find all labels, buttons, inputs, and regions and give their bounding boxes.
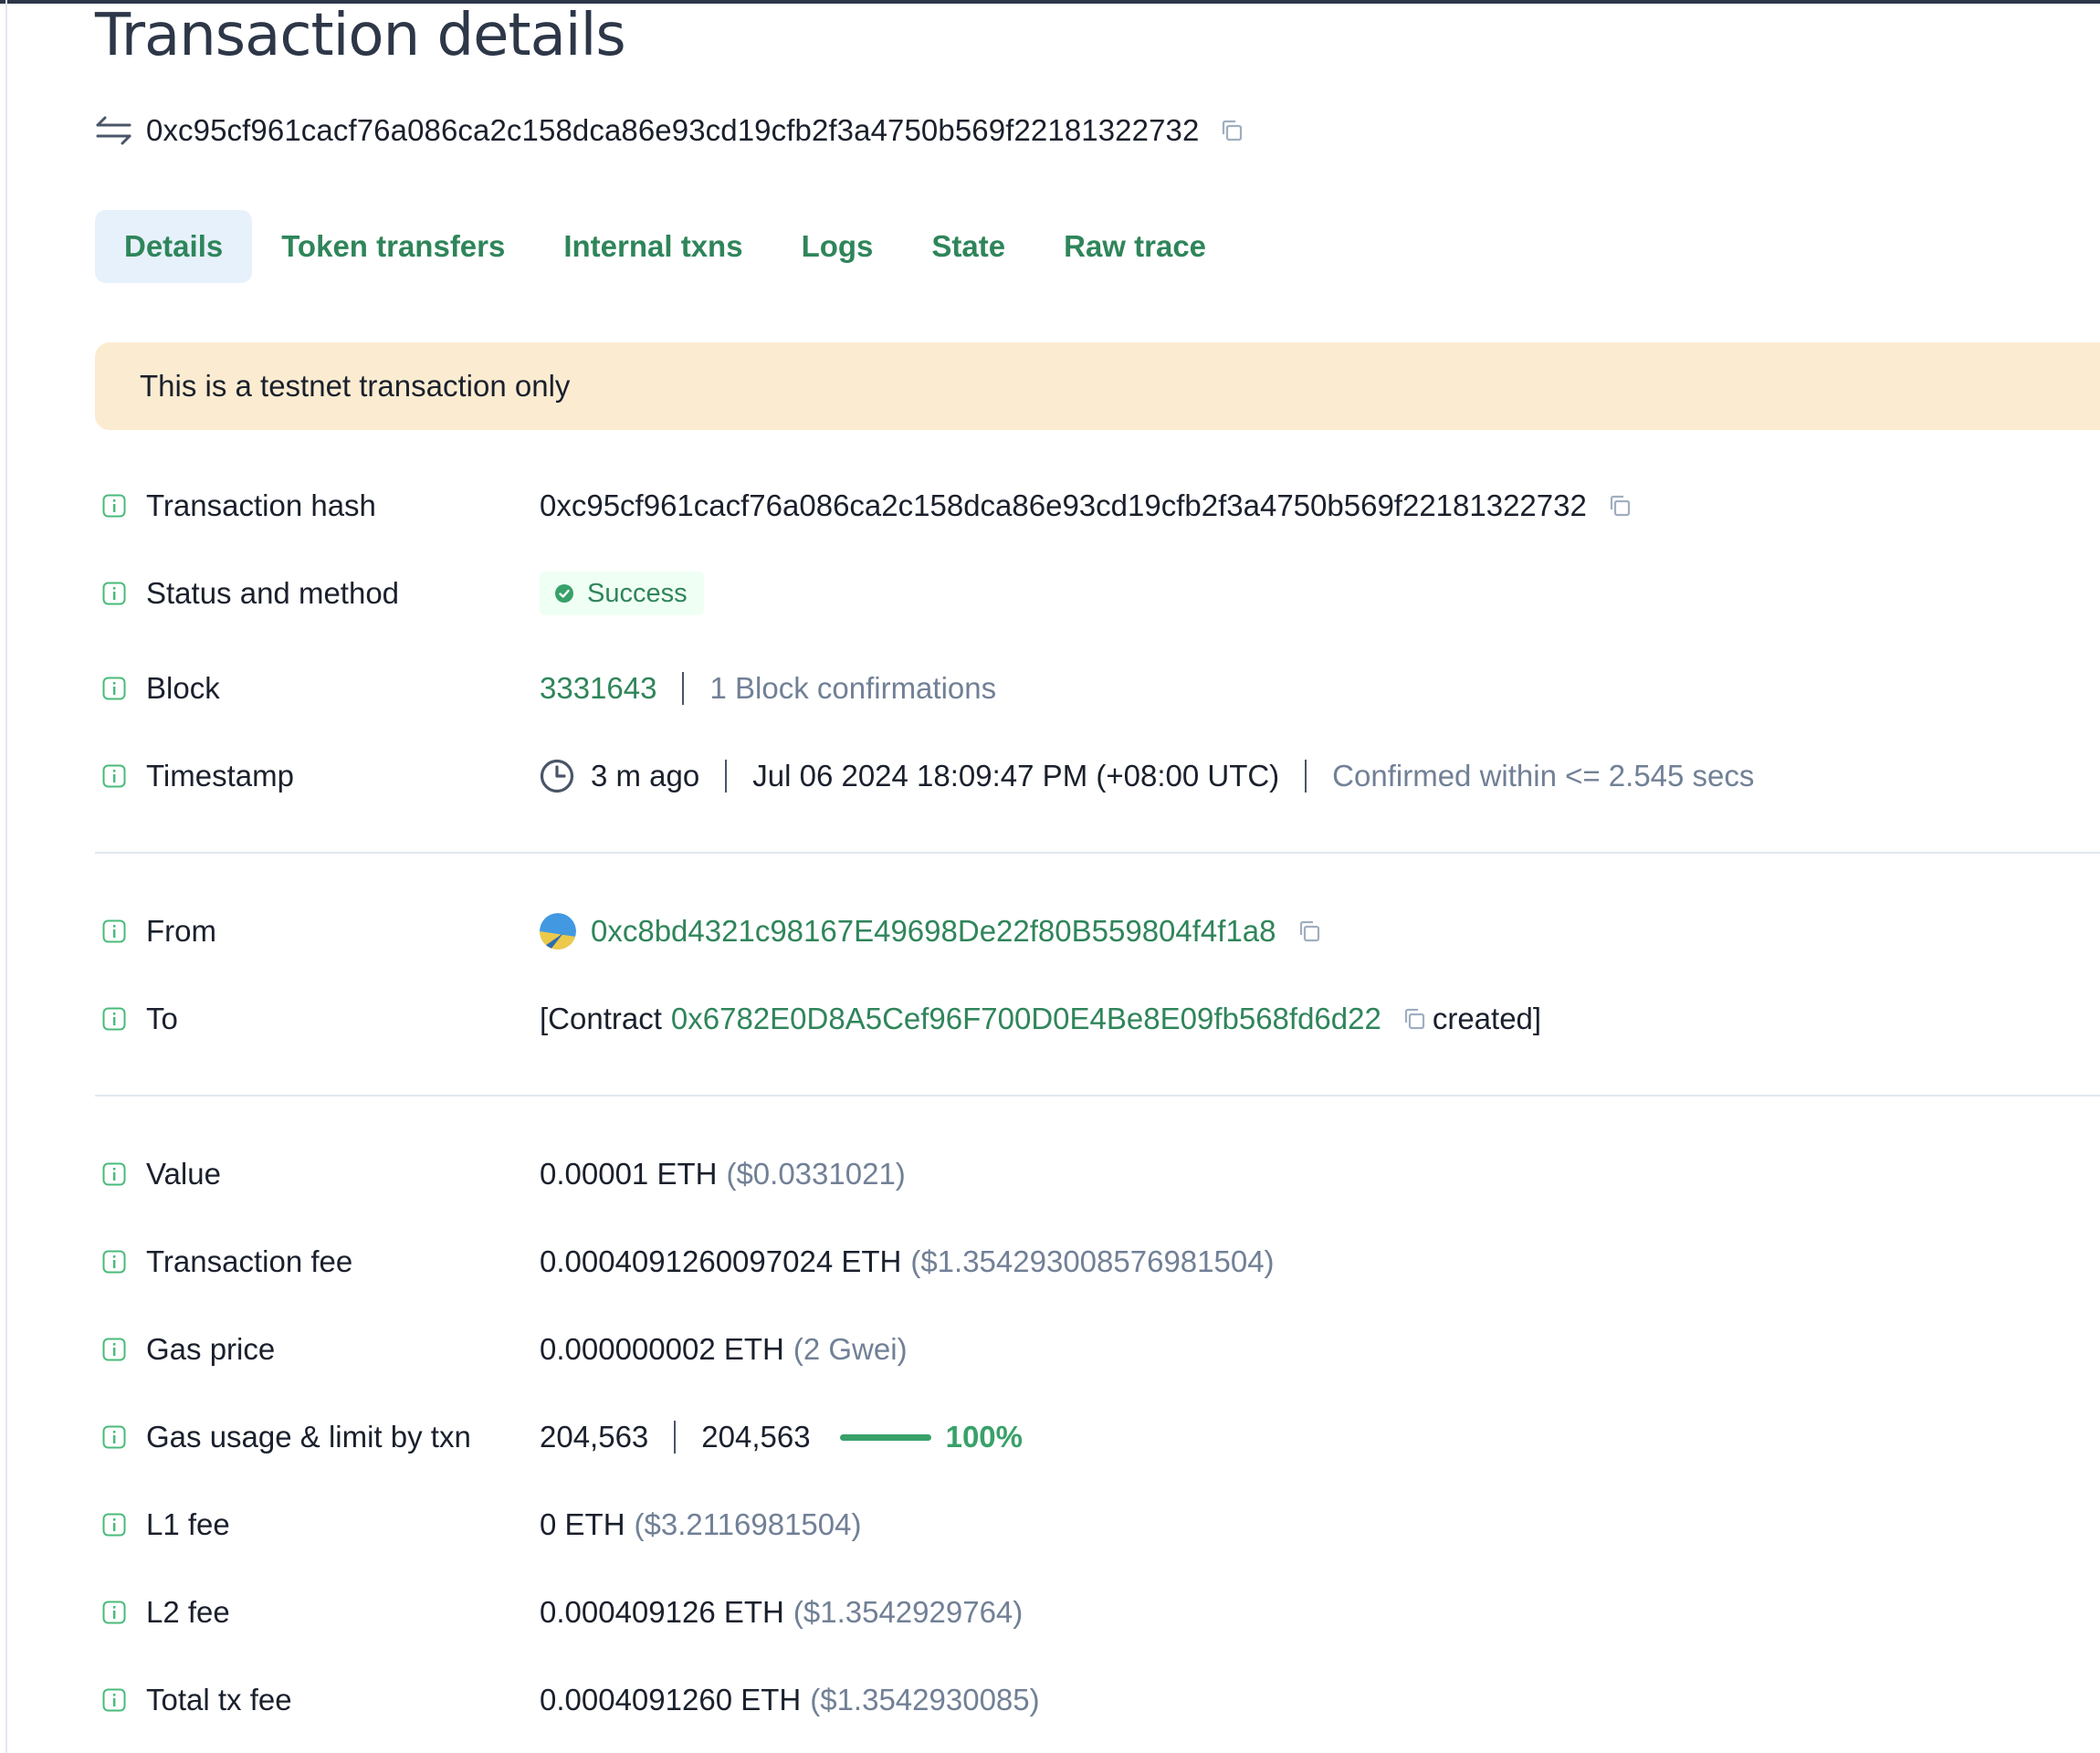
gas-usage-percent: 100%	[945, 1420, 1023, 1454]
row-status: Status and method Success	[95, 566, 2100, 621]
tab-internal-txns[interactable]: Internal txns	[534, 210, 772, 283]
gas-limit: 204,563	[701, 1420, 811, 1454]
tab-raw-trace[interactable]: Raw trace	[1034, 210, 1235, 283]
confirmation-duration: Confirmed within <= 2.545 secs	[1332, 759, 1755, 793]
address-avatar	[540, 913, 576, 950]
timestamp-ago: 3 m ago	[591, 759, 700, 793]
section-divider	[95, 1095, 2100, 1097]
status-text: Success	[587, 578, 688, 608]
gas-usage-bar	[839, 1433, 931, 1441]
check-circle-icon	[555, 584, 573, 603]
row-to: To [Contract 0x6782E0D8A5Cef96F700D0E4Be…	[95, 992, 2100, 1046]
testnet-banner: This is a testnet transaction only	[95, 342, 2100, 430]
info-icon[interactable]	[102, 1338, 126, 1361]
row-l2-fee: L2 fee 0.000409126 ETH ($1.3542929764)	[95, 1585, 2100, 1640]
row-timestamp: Timestamp 3 m ago Jul 06 2024 18:09:47 P…	[95, 749, 2100, 803]
row-label: Status and method	[146, 576, 400, 610]
separator	[682, 672, 685, 705]
row-label: Timestamp	[146, 759, 294, 793]
info-icon[interactable]	[102, 582, 126, 605]
l2-fee-usd: ($1.3542929764)	[793, 1595, 1024, 1629]
tx-fee-amount: 0.0004091260097024 ETH	[540, 1244, 902, 1278]
info-icon[interactable]	[102, 1601, 126, 1624]
info-icon[interactable]	[102, 1688, 126, 1712]
info-icon[interactable]	[102, 1250, 126, 1274]
row-label: Block	[146, 671, 220, 705]
transfer-arrows-icon	[96, 116, 131, 145]
row-label: To	[146, 1002, 178, 1035]
info-icon[interactable]	[102, 919, 126, 943]
left-border	[5, 0, 7, 1753]
total-fee-amount: 0.0004091260 ETH	[540, 1683, 802, 1716]
row-transaction-fee: Transaction fee 0.0004091260097024 ETH (…	[95, 1234, 2100, 1289]
separator	[725, 760, 728, 793]
row-l1-fee: L1 fee 0 ETH ($3.2116981504)	[95, 1497, 2100, 1552]
l1-fee-usd: ($3.2116981504)	[634, 1507, 862, 1541]
row-total-fee: Total tx fee 0.0004091260 ETH ($1.354293…	[95, 1673, 2100, 1727]
row-from: From 0xc8bd4321c98167E49698De22f80B55980…	[95, 904, 2100, 959]
row-label: Gas usage & limit by txn	[146, 1420, 471, 1454]
row-value: Value 0.00001 ETH ($0.0331021)	[95, 1147, 2100, 1202]
row-label: L2 fee	[146, 1595, 230, 1629]
block-number-link[interactable]: 3331643	[540, 671, 656, 706]
status-badge: Success	[540, 572, 704, 615]
header-hash-text: 0xc95cf961cacf76a086ca2c158dca86e93cd19c…	[146, 113, 1200, 147]
gas-price-gwei: (2 Gwei)	[793, 1332, 908, 1366]
from-address-link[interactable]: 0xc8bd4321c98167E49698De22f80B559804f4f1…	[591, 914, 1276, 949]
separator	[674, 1421, 677, 1454]
value-amount: 0.00001 ETH	[540, 1157, 718, 1191]
info-icon[interactable]	[102, 494, 126, 518]
info-icon[interactable]	[102, 677, 126, 700]
value-usd: ($0.0331021)	[726, 1157, 906, 1191]
copy-icon[interactable]	[1297, 918, 1322, 944]
tab-token-transfers[interactable]: Token transfers	[252, 210, 534, 283]
header-tx-hash: 0xc95cf961cacf76a086ca2c158dca86e93cd19c…	[95, 108, 1244, 153]
copy-icon[interactable]	[1219, 118, 1244, 143]
info-icon[interactable]	[102, 1513, 126, 1537]
row-label: Transaction fee	[146, 1244, 353, 1278]
info-icon[interactable]	[102, 1425, 126, 1449]
section-divider	[95, 852, 2100, 854]
separator	[1305, 760, 1307, 793]
copy-icon[interactable]	[1402, 1006, 1427, 1032]
page-title: Transaction details	[95, 2, 626, 69]
contract-address-link[interactable]: 0x6782E0D8A5Cef96F700D0E4Be8E09fb568fd6d…	[671, 1002, 1381, 1036]
tx-fee-usd: ($1.354293008576981504)	[910, 1244, 1275, 1278]
l2-fee-amount: 0.000409126 ETH	[540, 1595, 784, 1629]
gas-used: 204,563	[540, 1420, 649, 1454]
copy-icon[interactable]	[1607, 493, 1633, 519]
row-label: Transaction hash	[146, 488, 376, 522]
row-label: Value	[146, 1157, 221, 1191]
row-gas-price: Gas price 0.000000002 ETH (2 Gwei)	[95, 1322, 2100, 1377]
tab-bar: Details Token transfers Internal txns Lo…	[95, 210, 1235, 283]
l1-fee-amount: 0 ETH	[540, 1507, 625, 1541]
clock-icon	[540, 759, 574, 793]
info-icon[interactable]	[102, 1162, 126, 1186]
row-label: L1 fee	[146, 1507, 230, 1541]
info-icon[interactable]	[102, 764, 126, 788]
row-gas-usage: Gas usage & limit by txn 204,563 204,563…	[95, 1410, 2100, 1464]
row-block: Block 3331643 1 Block confirmations	[95, 661, 2100, 716]
info-icon[interactable]	[102, 1007, 126, 1031]
to-suffix: created]	[1432, 1002, 1542, 1035]
total-fee-usd: ($1.3542930085)	[810, 1683, 1040, 1716]
tab-details[interactable]: Details	[95, 210, 253, 283]
row-label: Total tx fee	[146, 1683, 292, 1716]
to-prefix: [Contract	[540, 1002, 662, 1035]
row-label: Gas price	[146, 1332, 276, 1366]
gas-price-amount: 0.000000002 ETH	[540, 1332, 784, 1366]
tab-state[interactable]: State	[902, 210, 1034, 283]
block-confirmations: 1 Block confirmations	[709, 671, 997, 705]
row-label: From	[146, 914, 216, 948]
tab-logs[interactable]: Logs	[772, 210, 903, 283]
row-transaction-hash: Transaction hash 0xc95cf961cacf76a086ca2…	[95, 478, 2100, 533]
transaction-hash-value: 0xc95cf961cacf76a086ca2c158dca86e93cd19c…	[540, 488, 1587, 522]
timestamp-datetime: Jul 06 2024 18:09:47 PM (+08:00 UTC)	[752, 759, 1280, 793]
